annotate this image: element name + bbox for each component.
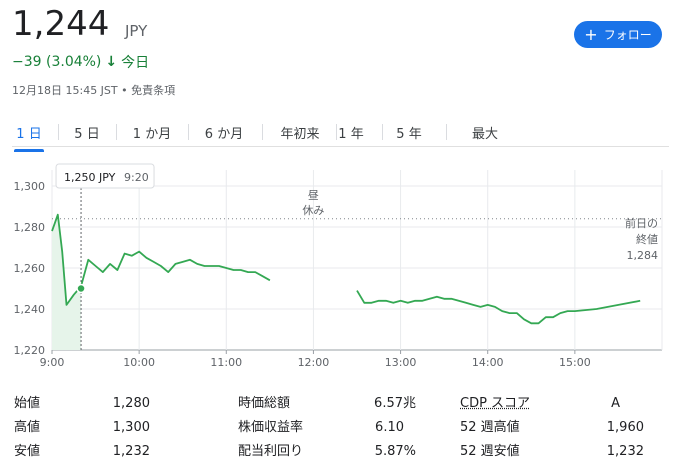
follow-button-label: フォロー [603, 28, 652, 42]
lunch-break-label: 昼 [308, 189, 319, 202]
stat-label-cdp-score[interactable]: CDP スコア [460, 394, 530, 414]
stat-value-cdp-score: A [611, 396, 620, 411]
stat-label-pe-ratio: 株価収益率 [238, 420, 304, 435]
tab-5y[interactable]: 5 年 [394, 118, 424, 146]
prev-close-label-line: 前日の [625, 216, 658, 230]
tab-divider [382, 124, 383, 140]
prev-close-value: 1,284 [627, 249, 659, 262]
tab-6m[interactable]: 6 か月 [200, 118, 248, 146]
lunch-break-label: 休み [302, 204, 324, 217]
x-tick-label: 12:00 [298, 356, 330, 369]
tab-max[interactable]: 最大 [470, 118, 500, 146]
stat-label-52w-low: 52 週安値 [460, 444, 520, 459]
x-tick-label: 13:00 [385, 356, 417, 369]
follow-button[interactable]: + フォロー [574, 21, 662, 48]
stat-value-dividend-yield: 5.87% [374, 444, 416, 459]
tab-1d[interactable]: 1 日 [14, 118, 44, 152]
y-tick-label: 1,260 [14, 262, 46, 275]
stat-label-open: 始値 [14, 396, 41, 411]
stat-label-market-cap: 時価総額 [238, 396, 291, 411]
price-chart[interactable]: 1,3001,2801,2601,2401,2209:00 10:00 11:00 1… [0, 160, 681, 370]
y-tick-label: 1,240 [14, 303, 46, 316]
stat-value-52w-high: 1,960 [606, 420, 644, 435]
tab-divider [58, 124, 59, 140]
tab-1y[interactable]: 1 年 [336, 118, 366, 146]
price-change: −39 (3.04%) [12, 54, 102, 70]
tab-5d[interactable]: 5 日 [72, 118, 102, 146]
stat-label-52w-high: 52 週高値 [460, 420, 520, 435]
highlight-area [52, 214, 82, 350]
range-tabs: 1 日 5 日 1 か月 6 か月 年初来 1 年 5 年 最大 [0, 118, 681, 152]
x-tick-label: 14:00 [472, 356, 504, 369]
x-tick-label: 9:00 [40, 356, 65, 369]
crosshair-point [76, 283, 86, 294]
stock-price: 1,244 [12, 4, 110, 44]
stat-value-pe-ratio: 6.10 [375, 420, 404, 435]
stat-label-low: 安値 [14, 444, 41, 459]
plus-icon: + [584, 24, 598, 44]
tab-divider [336, 124, 337, 140]
afternoon-price-line [356, 290, 641, 325]
tooltip-price: 1,250 JPY [64, 171, 116, 184]
price-change-row: −39 (3.04%) ↓ 今日 [12, 52, 149, 72]
quote-timestamp: 12月18日 15:45 JST • 免責条項 [12, 84, 176, 97]
prev-close-label-line: 終値 [636, 232, 658, 246]
x-tick-label: 11:00 [210, 356, 242, 369]
stat-value-high: 1,300 [112, 420, 150, 435]
tab-divider [116, 124, 117, 140]
tab-divider [262, 124, 263, 140]
stat-value-52w-low: 1,232 [606, 444, 644, 459]
tab-divider [188, 124, 189, 140]
x-tick-label: 15:00 [559, 356, 591, 369]
y-tick-label: 1,280 [14, 221, 46, 234]
down-arrow-icon: ↓ [105, 54, 118, 70]
y-tick-label: 1,300 [14, 180, 46, 193]
tab-ytd[interactable]: 年初来 [276, 118, 324, 146]
stat-value-open: 1,280 [112, 396, 150, 411]
change-period: 今日 [121, 55, 150, 71]
tabs-divider [12, 146, 669, 147]
x-tick-label: 10:00 [123, 356, 155, 369]
stat-label-dividend-yield: 配当利回り [238, 444, 304, 459]
tab-divider [446, 124, 447, 140]
tab-1m[interactable]: 1 か月 [128, 118, 176, 146]
currency-code: JPY [125, 22, 148, 40]
stat-label-high: 高値 [14, 420, 41, 435]
stat-value-market-cap: 6.57兆 [374, 396, 416, 411]
stat-value-low: 1,232 [112, 444, 150, 459]
tooltip-time: 9:20 [124, 171, 149, 184]
